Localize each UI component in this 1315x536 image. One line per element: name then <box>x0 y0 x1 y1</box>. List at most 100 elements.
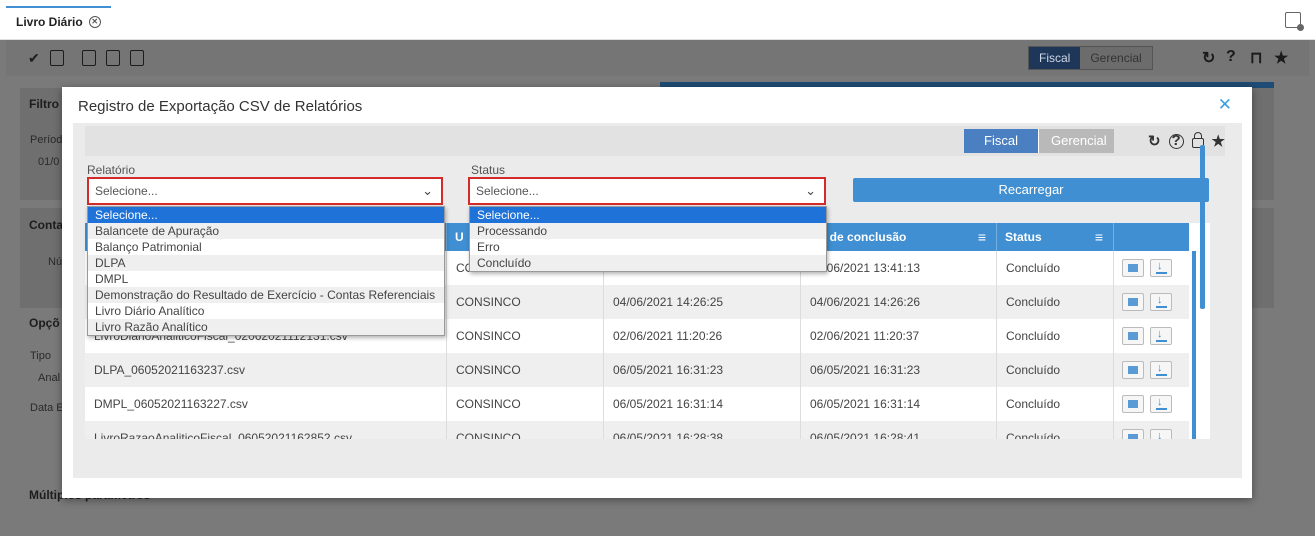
relatorio-select[interactable]: Selecione... ⌄ <box>87 177 443 205</box>
relatorio-dropdown-list: Selecione... Balancete de Apuração Balanço… <box>87 206 445 336</box>
monitor-icon <box>1128 264 1138 272</box>
dropdown-option[interactable]: Concluído <box>470 255 826 271</box>
help-icon[interactable]: ? <box>1226 48 1236 66</box>
dropdown-option[interactable]: Selecione... <box>88 207 444 223</box>
close-icon[interactable]: ✕ <box>1218 95 1232 115</box>
cell-arquivo: LivroRazaoAnaliticoFiscal_06052021162852… <box>85 421 447 439</box>
cell-conclusao: 06/05/2021 16:31:14 <box>801 387 997 421</box>
dropdown-option[interactable]: DLPA <box>88 255 444 271</box>
cell-inicio: 04/06/2021 14:26:25 <box>604 285 801 319</box>
relatorio-label: Relatório <box>87 163 136 177</box>
pdf-icon[interactable] <box>82 50 96 66</box>
dropdown-option[interactable]: Processando <box>470 223 826 239</box>
modal-scrollbar[interactable] <box>1200 145 1205 309</box>
download-icon <box>1156 294 1167 308</box>
xls-icon[interactable] <box>106 50 120 66</box>
download-icon <box>1156 430 1167 439</box>
download-button[interactable] <box>1150 259 1172 277</box>
export-history-icon[interactable] <box>1285 12 1304 31</box>
dropdown-option[interactable]: DMPL <box>88 271 444 287</box>
download-button[interactable] <box>1150 395 1172 413</box>
close-tab-icon[interactable]: ✕ <box>88 16 101 28</box>
relatorio-select-value: Selecione... <box>95 184 158 198</box>
cell-inicio: 06/05/2021 16:31:23 <box>604 353 801 387</box>
reload-button[interactable]: Recarregar <box>853 178 1209 202</box>
download-icon <box>1156 328 1167 342</box>
dropdown-option[interactable]: Livro Razão Analítico <box>88 319 444 335</box>
gerencial-tab[interactable]: Gerencial <box>1038 129 1114 153</box>
column-menu-icon[interactable]: ≡ <box>978 223 986 251</box>
cell-status: Concluído <box>997 319 1114 353</box>
tab-bar: Livro Diário ✕ <box>0 0 1315 40</box>
help-icon[interactable]: ? <box>1168 133 1184 149</box>
star-icon[interactable]: ★ <box>1212 132 1225 150</box>
view-log-button[interactable] <box>1122 429 1144 439</box>
cell-arquivo: DLPA_06052021163237.csv <box>85 353 447 387</box>
dropdown-option[interactable]: Erro <box>470 239 826 255</box>
star-icon[interactable]: ★ <box>1274 48 1288 68</box>
table-row[interactable]: LivroRazaoAnaliticoFiscal_06052021162852… <box>85 421 1189 439</box>
download-icon <box>1156 260 1167 274</box>
periodo-value: 01/0 <box>38 156 60 168</box>
monitor-icon <box>1128 332 1138 340</box>
view-log-button[interactable] <box>1122 361 1144 379</box>
status-select[interactable]: Selecione... ⌄ <box>468 177 826 205</box>
cell-status: Concluído <box>997 285 1114 319</box>
chevron-down-icon: ⌄ <box>422 183 433 198</box>
document-icon[interactable] <box>50 50 64 66</box>
status-dropdown-list: Selecione... Processando Erro Concluído <box>469 206 827 272</box>
cell-status: Concluído <box>997 251 1114 285</box>
cell-conclusao: 06/05/2021 16:31:23 <box>801 353 997 387</box>
contas-label: Conta <box>29 218 63 232</box>
table-row[interactable]: DMPL_06052021163227.csv CONSINCO 06/05/202… <box>85 387 1189 421</box>
download-button[interactable] <box>1150 327 1172 345</box>
status-label: Status <box>471 163 506 177</box>
refresh-icon[interactable]: ↻ <box>1202 48 1215 68</box>
cell-conclusao: 04/06/2021 14:26:26 <box>801 285 997 319</box>
page-segment[interactable]: Fiscal Gerencial <box>1028 46 1153 70</box>
cell-usuario: CONSINCO <box>447 421 604 439</box>
modal-toolbar-icons: ↻ ? ★ <box>1148 132 1225 150</box>
download-button[interactable] <box>1150 293 1172 311</box>
cell-usuario: CONSINCO <box>447 319 604 353</box>
monitor-icon <box>1128 366 1138 374</box>
view-log-button[interactable] <box>1122 259 1144 277</box>
lock-icon[interactable]: ⊓ <box>1250 48 1262 68</box>
page-gerencial-tab[interactable]: Gerencial <box>1080 47 1152 69</box>
page-fiscal-tab[interactable]: Fiscal <box>1029 47 1081 69</box>
modal-segment[interactable]: Fiscal Gerencial <box>964 129 1114 153</box>
fiscal-tab[interactable]: Fiscal <box>964 129 1038 153</box>
dropdown-option[interactable]: Livro Diário Analítico <box>88 303 444 319</box>
download-button[interactable] <box>1150 429 1172 439</box>
view-log-button[interactable] <box>1122 293 1144 311</box>
opcoes-label: Opçõ <box>29 316 60 330</box>
dropdown-option[interactable]: Demonstração do Resultado de Exercício -… <box>88 287 444 303</box>
tab-livro-diario[interactable]: Livro Diário ✕ <box>6 6 111 36</box>
dropdown-option[interactable]: Balancete de Apuração <box>88 223 444 239</box>
clean-icon[interactable]: ✔ <box>28 50 42 66</box>
nu-label: Nú <box>48 256 63 268</box>
table-row[interactable]: DLPA_06052021163237.csv CONSINCO 06/05/202… <box>85 353 1189 387</box>
col-actions-header <box>1114 223 1189 251</box>
monitor-icon <box>1128 400 1138 408</box>
cell-inicio: 06/05/2021 16:31:14 <box>604 387 801 421</box>
refresh-icon[interactable]: ↻ <box>1148 132 1161 150</box>
cell-status: Concluído <box>997 353 1114 387</box>
periodo-label: Períod <box>30 134 63 146</box>
col-conclusao-header[interactable]: ata de conclusão ≡ <box>801 223 997 251</box>
download-button[interactable] <box>1150 361 1172 379</box>
view-log-button[interactable] <box>1122 327 1144 345</box>
view-log-button[interactable] <box>1122 395 1144 413</box>
table-scroll-frame <box>1192 251 1196 439</box>
col-status-header[interactable]: Status ≡ <box>997 223 1114 251</box>
cell-arquivo: DMPL_06052021163227.csv <box>85 387 447 421</box>
folder-icon[interactable] <box>130 50 144 66</box>
modal-toolbar: Fiscal Gerencial ↻ ? ★ <box>85 126 1225 156</box>
dropdown-option[interactable]: Selecione... <box>470 207 826 223</box>
dropdown-option[interactable]: Balanço Patrimonial <box>88 239 444 255</box>
filtro-label: Filtro <box>29 97 59 111</box>
cell-usuario: CONSINCO <box>447 353 604 387</box>
column-menu-icon[interactable]: ≡ <box>1095 223 1103 251</box>
download-icon <box>1156 362 1167 376</box>
status-select-value: Selecione... <box>476 184 539 198</box>
